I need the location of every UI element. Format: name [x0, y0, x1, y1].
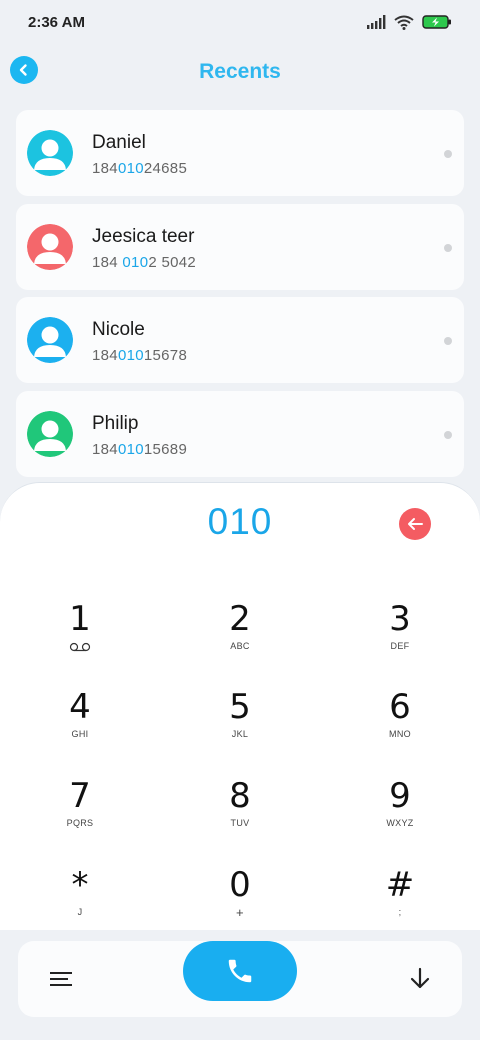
key-digit: 8: [229, 776, 251, 816]
avatar: [27, 411, 73, 457]
bottom-action-bar: [18, 941, 462, 1017]
key-digit: 4: [69, 687, 91, 727]
more-options-icon[interactable]: [444, 431, 452, 439]
key-letters: PQRS: [66, 818, 94, 828]
backspace-arrow-icon: [408, 518, 423, 530]
person-icon: [27, 317, 73, 363]
avatar: [27, 224, 73, 270]
key-digit: *: [71, 865, 89, 905]
key-letters: GHI: [71, 729, 89, 739]
key-digit: 3: [389, 599, 411, 639]
key-digit: 7: [69, 776, 91, 816]
menu-icon: [50, 972, 72, 986]
contact-name: Nicole: [92, 319, 145, 340]
status-icons: [366, 15, 452, 30]
key-letters: ;: [398, 907, 402, 917]
chevron-left-icon: [19, 64, 27, 76]
contact-name: Daniel: [92, 132, 146, 153]
dial-key-8[interactable]: 8 TUV: [180, 776, 300, 856]
back-button[interactable]: [10, 56, 38, 84]
call-button[interactable]: [183, 941, 297, 1001]
key-digit: 0: [229, 865, 251, 905]
contact-item-daniel[interactable]: Daniel 18401024685: [16, 110, 464, 196]
contact-item-philip[interactable]: Philip 18401015689: [16, 391, 464, 477]
dial-key-0[interactable]: 0 +: [180, 865, 300, 945]
key-digit: 9: [389, 776, 411, 816]
key-digit: 5: [229, 687, 251, 727]
person-icon: [27, 130, 73, 176]
contact-name: Philip: [92, 413, 139, 434]
dial-key-hash[interactable]: # ;: [340, 865, 460, 945]
key-letters: WXYZ: [386, 818, 414, 828]
contact-number: 184 0102 5042: [92, 254, 197, 271]
backspace-button[interactable]: [399, 508, 431, 540]
dial-key-5[interactable]: 5 JKL: [180, 687, 300, 767]
contact-number: 18401024685: [92, 160, 188, 177]
contact-name: Jeesica teer: [92, 226, 195, 247]
key-letters: +: [236, 905, 244, 920]
dial-key-2[interactable]: 2 ABC: [180, 599, 300, 679]
wifi-icon: [394, 15, 414, 30]
person-icon: [27, 411, 73, 457]
battery-charging-icon: [422, 15, 451, 29]
dialpad-panel: 010 1 2 ABC 3 DEF 4 GHI 5 JKL 6 MNO 7 PQ…: [0, 482, 480, 930]
key-letters: JKL: [231, 729, 249, 739]
phone-icon: [228, 959, 252, 983]
voicemail-icon: [69, 642, 91, 652]
key-letters: J: [77, 907, 83, 917]
menu-button[interactable]: [48, 967, 74, 991]
dial-key-9[interactable]: 9 WXYZ: [340, 776, 460, 856]
page-title: Recents: [199, 60, 281, 83]
key-digit: #: [385, 865, 415, 905]
key-letters: DEF: [390, 641, 410, 651]
contact-item-nicole[interactable]: Nicole 18401015678: [16, 297, 464, 383]
avatar: [27, 317, 73, 363]
key-digit: 6: [389, 687, 411, 727]
dial-key-3[interactable]: 3 DEF: [340, 599, 460, 679]
key-digit: 1: [69, 599, 91, 639]
dial-key-6[interactable]: 6 MNO: [340, 687, 460, 767]
person-icon: [27, 224, 73, 270]
key-letters: TUV: [230, 818, 250, 828]
dial-key-7[interactable]: 7 PQRS: [20, 776, 140, 856]
key-letters: MNO: [389, 729, 411, 739]
dial-key-1[interactable]: 1: [20, 599, 140, 679]
more-options-icon[interactable]: [444, 150, 452, 158]
collapse-dialpad-button[interactable]: [406, 965, 434, 993]
arrow-down-icon: [410, 967, 430, 989]
signal-icon: [367, 15, 386, 29]
key-digit: 2: [229, 599, 251, 639]
more-options-icon[interactable]: [444, 244, 452, 252]
key-letters: ABC: [230, 641, 250, 651]
contact-item-jeesica-teer[interactable]: Jeesica teer 184 0102 5042: [16, 204, 464, 290]
header: Recents: [0, 44, 480, 100]
status-time: 2:36 AM: [28, 13, 85, 31]
contact-number: 18401015678: [92, 347, 188, 364]
status-bar: 2:36 AM: [0, 0, 480, 44]
more-options-icon[interactable]: [444, 337, 452, 345]
dial-key-4[interactable]: 4 GHI: [20, 687, 140, 767]
contact-number: 18401015689: [92, 441, 188, 458]
dial-key-star[interactable]: * J: [20, 865, 140, 945]
avatar: [27, 130, 73, 176]
